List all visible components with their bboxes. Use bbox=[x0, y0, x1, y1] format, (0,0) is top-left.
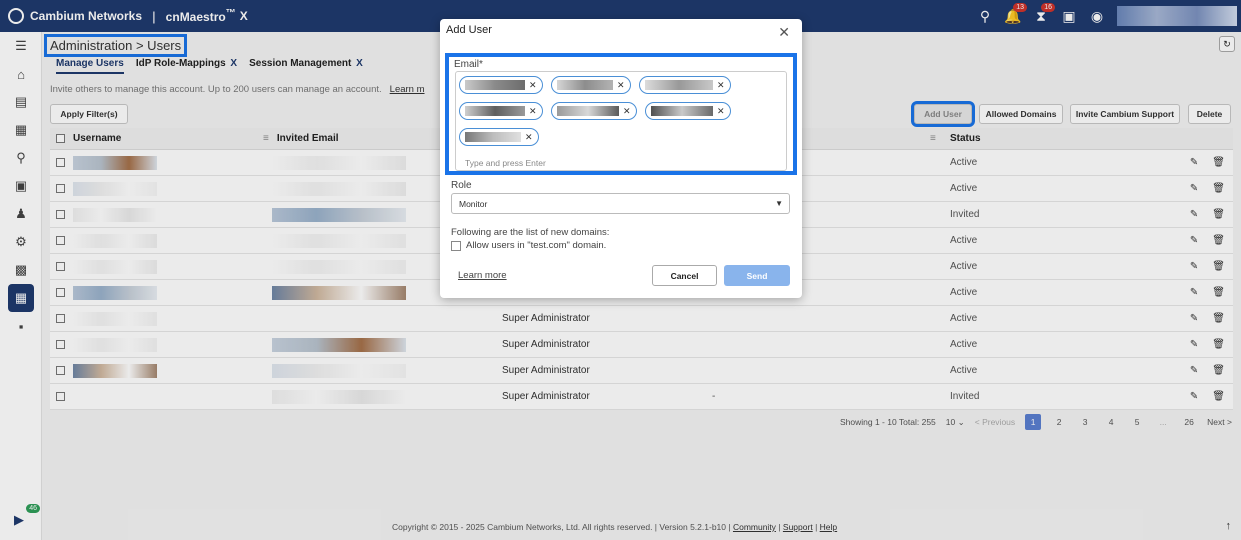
email-chip[interactable]: ✕ bbox=[459, 102, 543, 120]
new-domains-text: Following are the list of new domains: bbox=[451, 227, 610, 238]
send-button[interactable]: Send bbox=[724, 265, 790, 286]
email-chip[interactable]: ✕ bbox=[551, 102, 637, 120]
email-chip[interactable]: ✕ bbox=[639, 76, 731, 94]
dialog-title: Add User bbox=[446, 24, 492, 36]
cancel-button[interactable]: Cancel bbox=[652, 265, 717, 286]
email-chip[interactable]: ✕ bbox=[551, 76, 631, 94]
learn-more-link[interactable]: Learn more bbox=[458, 270, 507, 281]
email-section: Email* ✕ ✕ ✕ ✕ ✕ ✕ ✕ Type and press Ente… bbox=[445, 53, 797, 175]
remove-chip-icon[interactable]: ✕ bbox=[529, 80, 537, 91]
email-chip[interactable]: ✕ bbox=[459, 76, 543, 94]
remove-chip-icon[interactable]: ✕ bbox=[617, 80, 625, 91]
allow-domain-checkbox[interactable] bbox=[451, 240, 461, 251]
allow-domain-option[interactable]: Allow users in "test.com" domain. bbox=[451, 240, 606, 251]
remove-chip-icon[interactable]: ✕ bbox=[717, 106, 725, 117]
remove-chip-icon[interactable]: ✕ bbox=[717, 80, 725, 91]
remove-chip-icon[interactable]: ✕ bbox=[623, 106, 631, 117]
email-chip[interactable]: ✕ bbox=[459, 128, 539, 146]
email-chip[interactable]: ✕ bbox=[645, 102, 731, 120]
email-chip-input[interactable]: ✕ ✕ ✕ ✕ ✕ ✕ ✕ Type and press Enter bbox=[455, 71, 787, 171]
add-user-dialog: Add User ✕ Email* ✕ ✕ ✕ ✕ ✕ ✕ ✕ Type and… bbox=[440, 19, 802, 298]
role-select[interactable]: Monitor ▼ bbox=[451, 193, 790, 214]
email-label: Email* bbox=[454, 59, 483, 70]
remove-chip-icon[interactable]: ✕ bbox=[525, 132, 533, 143]
remove-chip-icon[interactable]: ✕ bbox=[529, 106, 537, 117]
close-icon[interactable]: ✕ bbox=[778, 24, 790, 41]
role-label: Role bbox=[451, 180, 472, 191]
caret-down-icon: ▼ bbox=[775, 199, 783, 208]
email-placeholder: Type and press Enter bbox=[465, 158, 546, 168]
